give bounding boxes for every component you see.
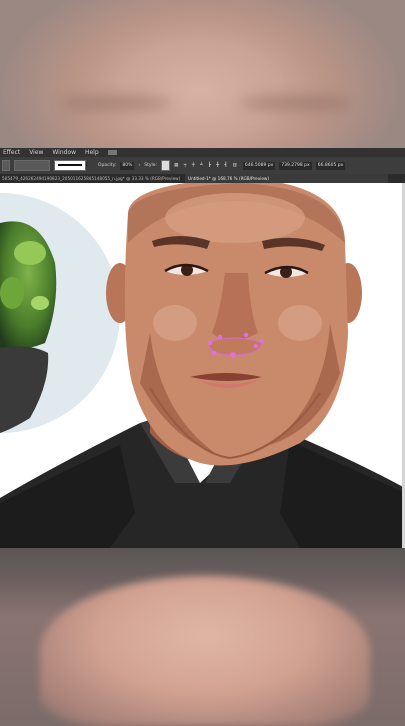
stroke-line-icon <box>58 164 82 166</box>
artboard-canvas[interactable] <box>0 183 405 548</box>
cheek-highlight-left <box>153 305 197 341</box>
tab-untitled-1[interactable]: Untitled-1* @ 168.76 % (RGB/Preview) <box>185 174 388 183</box>
fill-swatch[interactable] <box>2 160 10 171</box>
blurred-background-top <box>0 0 405 148</box>
opacity-label: Opacity: <box>97 163 117 168</box>
menu-item-view[interactable]: View <box>29 149 43 156</box>
menu-item-effect[interactable]: Effect <box>3 149 20 156</box>
chevron-right-icon[interactable]: › <box>138 163 140 168</box>
style-label: Style: <box>144 163 158 168</box>
control-bar: Basic Opacity: 80% › Style: ▦ ╤ ╪ ╧ ┣ ╋ … <box>0 157 405 174</box>
stroke-profile-dropdown[interactable] <box>54 160 86 171</box>
align-icons[interactable]: ▦ ╤ ╪ ╧ ┣ ╋ ┫ ▥ <box>174 163 239 168</box>
vector-portrait-illustration <box>0 183 405 548</box>
reference-photo-circle <box>0 193 120 433</box>
workspace-switcher-icon[interactable] <box>107 150 117 155</box>
width-input[interactable]: 66.8605 px <box>315 161 346 170</box>
style-swatch[interactable] <box>161 160 171 171</box>
blurred-eyebrow-left <box>60 95 170 111</box>
y-coordinate-input[interactable]: 739.2798 px <box>279 161 312 170</box>
stroke-weight-field[interactable] <box>14 160 50 171</box>
menu-bar: Effect View Window Help <box>0 148 405 157</box>
menu-item-window[interactable]: Window <box>52 149 76 156</box>
blurred-eyebrow-right <box>240 95 350 111</box>
blurred-face-bottom <box>40 576 370 726</box>
cheek-highlight-right <box>278 305 322 341</box>
x-coordinate-input[interactable]: 646.5089 px <box>242 161 276 170</box>
blurred-background-bottom <box>0 548 405 726</box>
opacity-input[interactable]: 80% <box>120 161 135 170</box>
document-tabs: 505479_426262494190823_20501162584514805… <box>0 174 405 183</box>
tab-reference-photo[interactable]: 505479_426262494190823_20501162584514805… <box>0 174 185 183</box>
menu-item-help[interactable]: Help <box>85 149 99 156</box>
forehead-highlight <box>165 193 305 243</box>
